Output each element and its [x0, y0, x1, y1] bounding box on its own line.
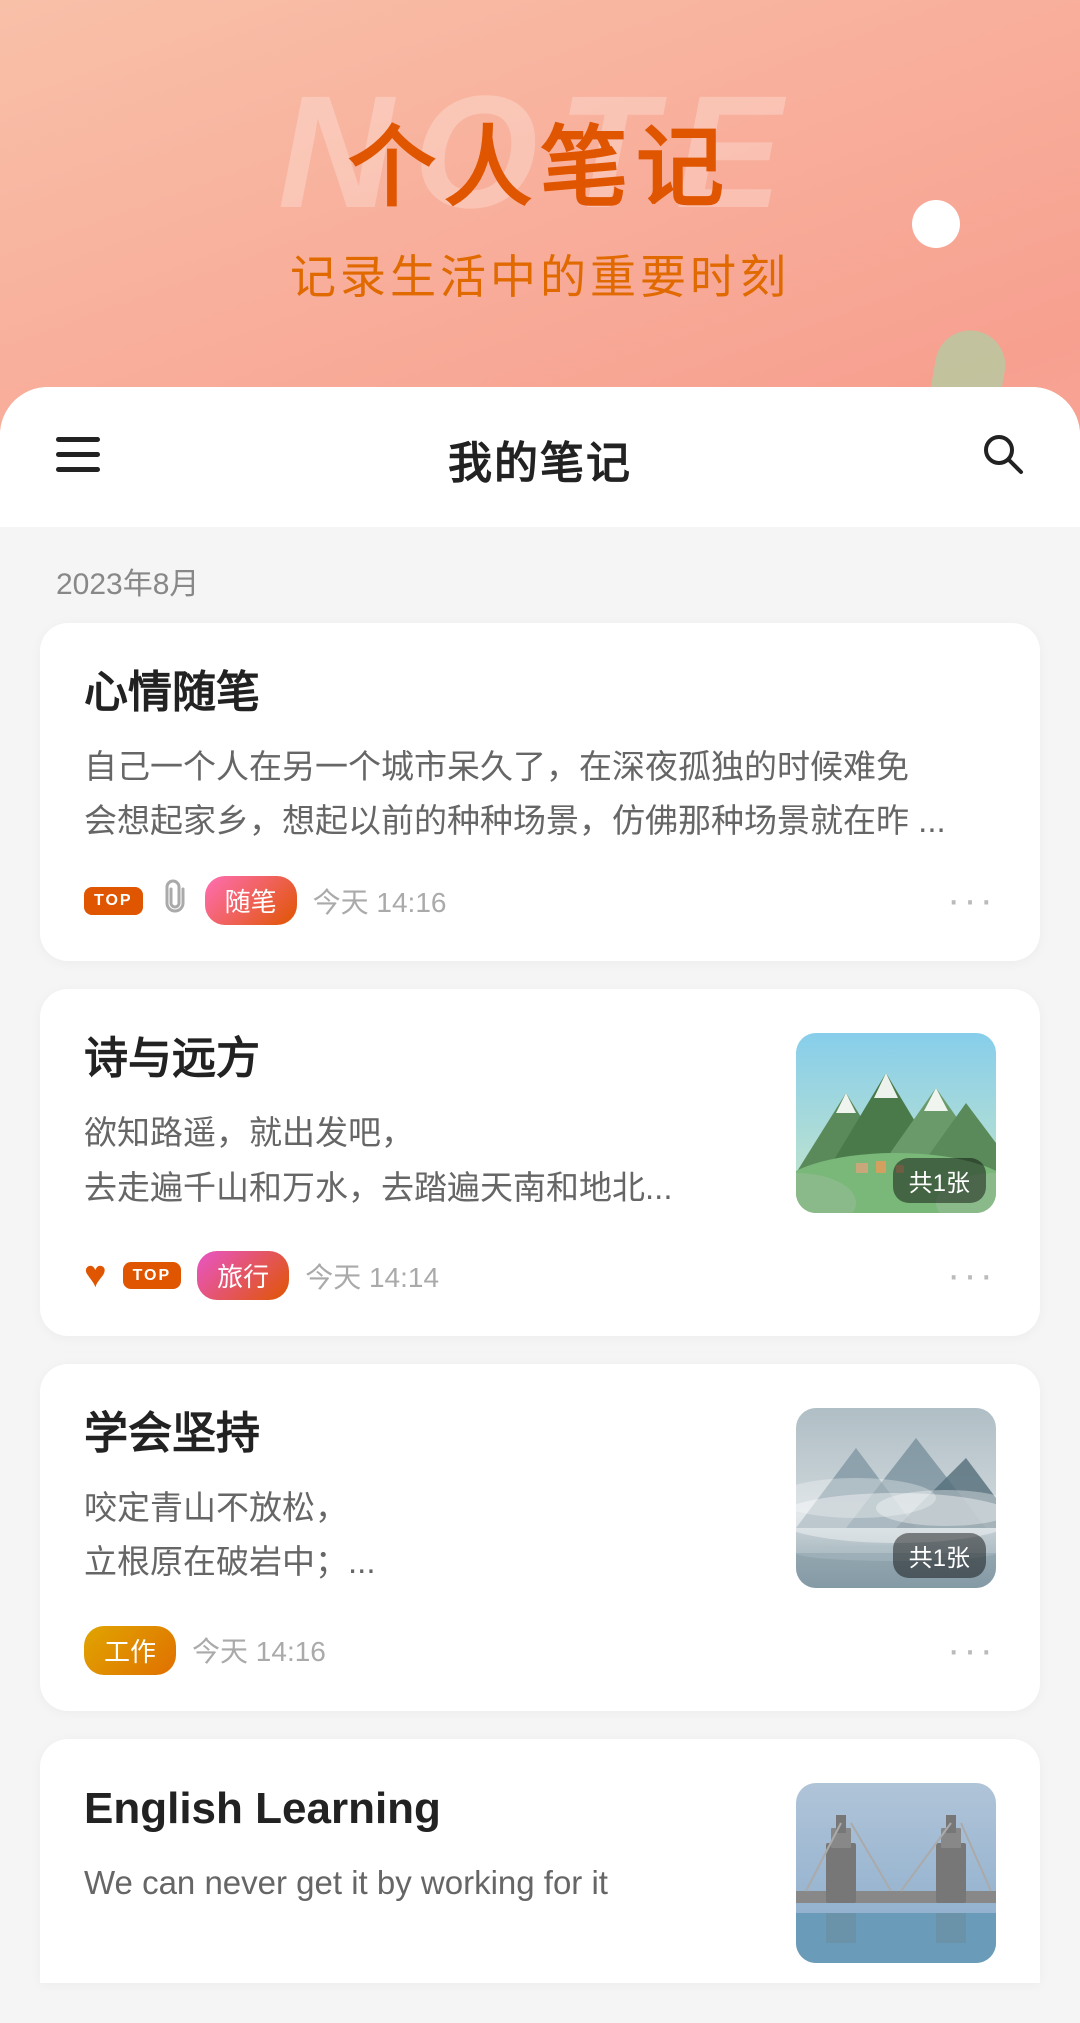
search-icon[interactable] [980, 431, 1024, 486]
note-text-2: 欲知路遥，就出发吧，去走遍千山和万水，去踏遍天南和地北... [84, 1106, 772, 1215]
note-card-2[interactable]: 诗与远方 欲知路遥，就出发吧，去走遍千山和万水，去踏遍天南和地北... [40, 989, 1040, 1336]
note-content-4: English Learning We can never get it by … [84, 1783, 772, 1963]
note-card-inner-2: 诗与远方 欲知路遥，就出发吧，去走遍千山和万水，去踏遍天南和地北... [84, 1033, 996, 1243]
note-title-3: 学会坚持 [84, 1408, 772, 1461]
note-time-3: 今天 14:16 [192, 1630, 326, 1670]
top-badge-2: TOP [123, 1262, 182, 1289]
menu-icon[interactable] [56, 437, 100, 481]
header-section: 个人笔记 记录生活中的重要时刻 [0, 0, 1080, 367]
tag-gongzuo-3: 工作 [84, 1626, 176, 1675]
note-card-inner-3: 学会坚持 咬定青山不放松，立根原在破岩中；... [84, 1408, 996, 1618]
sub-title: 记录生活中的重要时刻 [0, 241, 1080, 307]
note-footer-3: 工作 今天 14:16 ··· [84, 1626, 996, 1675]
clip-icon-1 [159, 879, 189, 922]
note-tags-3: 工作 今天 14:16 [84, 1626, 326, 1675]
top-badge-1: TOP [84, 887, 143, 914]
note-content-3: 学会坚持 咬定青山不放松，立根原在破岩中；... [84, 1408, 772, 1618]
note-time-1: 今天 14:16 [313, 881, 447, 921]
note-content-2: 诗与远方 欲知路遥，就出发吧，去走遍千山和万水，去踏遍天南和地北... [84, 1033, 772, 1243]
note-card-inner-4: English Learning We can never get it by … [84, 1783, 996, 1963]
note-more-1[interactable]: ··· [947, 878, 996, 923]
navbar-title: 我的笔记 [448, 427, 632, 491]
note-image-3: 共1张 [796, 1408, 996, 1588]
note-text-4: We can never get it by working for it [84, 1856, 772, 1910]
note-more-2[interactable]: ··· [947, 1253, 996, 1298]
note-footer-1: TOP 随笔 今天 14:16 ··· [84, 876, 996, 925]
navbar: 我的笔记 [0, 387, 1080, 527]
note-text-3: 咬定青山不放松，立根原在破岩中；... [84, 1481, 772, 1590]
image-count-3: 共1张 [893, 1533, 986, 1578]
note-card-4[interactable]: English Learning We can never get it by … [40, 1739, 1040, 1983]
note-title-2: 诗与远方 [84, 1033, 772, 1086]
notes-list: 心情随笔 自己一个人在另一个城市呆久了，在深夜孤独的时候难免会想起家乡，想起以前… [0, 623, 1080, 1983]
tag-lvxing-2: 旅行 [197, 1251, 289, 1300]
main-title: 个人笔记 [0, 120, 1080, 217]
note-image-4 [796, 1783, 996, 1963]
note-title-4: English Learning [84, 1783, 772, 1836]
tag-suibi-1: 随笔 [205, 876, 297, 925]
heart-icon-2: ♥ [84, 1254, 107, 1297]
note-card-1[interactable]: 心情随笔 自己一个人在另一个城市呆久了，在深夜孤独的时候难免会想起家乡，想起以前… [40, 623, 1040, 962]
date-section: 2023年8月 [0, 527, 1080, 623]
note-more-3[interactable]: ··· [947, 1628, 996, 1673]
card-container: 我的笔记 2023年8月 心情随笔 自己一个人在另一个城市呆久了，在深夜孤独的时… [0, 387, 1080, 2023]
note-footer-2: ♥ TOP 旅行 今天 14:14 ··· [84, 1251, 996, 1300]
note-image-2: 共1张 [796, 1033, 996, 1213]
note-text-1: 自己一个人在另一个城市呆久了，在深夜孤独的时候难免会想起家乡，想起以前的种种场景… [84, 740, 996, 849]
note-tags-2: ♥ TOP 旅行 今天 14:14 [84, 1251, 439, 1300]
note-card-3[interactable]: 学会坚持 咬定青山不放松，立根原在破岩中；... [40, 1364, 1040, 1711]
note-tags-1: TOP 随笔 今天 14:16 [84, 876, 446, 925]
image-count-2: 共1张 [893, 1158, 986, 1203]
note-time-2: 今天 14:14 [305, 1256, 439, 1296]
note-title-1: 心情随笔 [84, 667, 996, 720]
